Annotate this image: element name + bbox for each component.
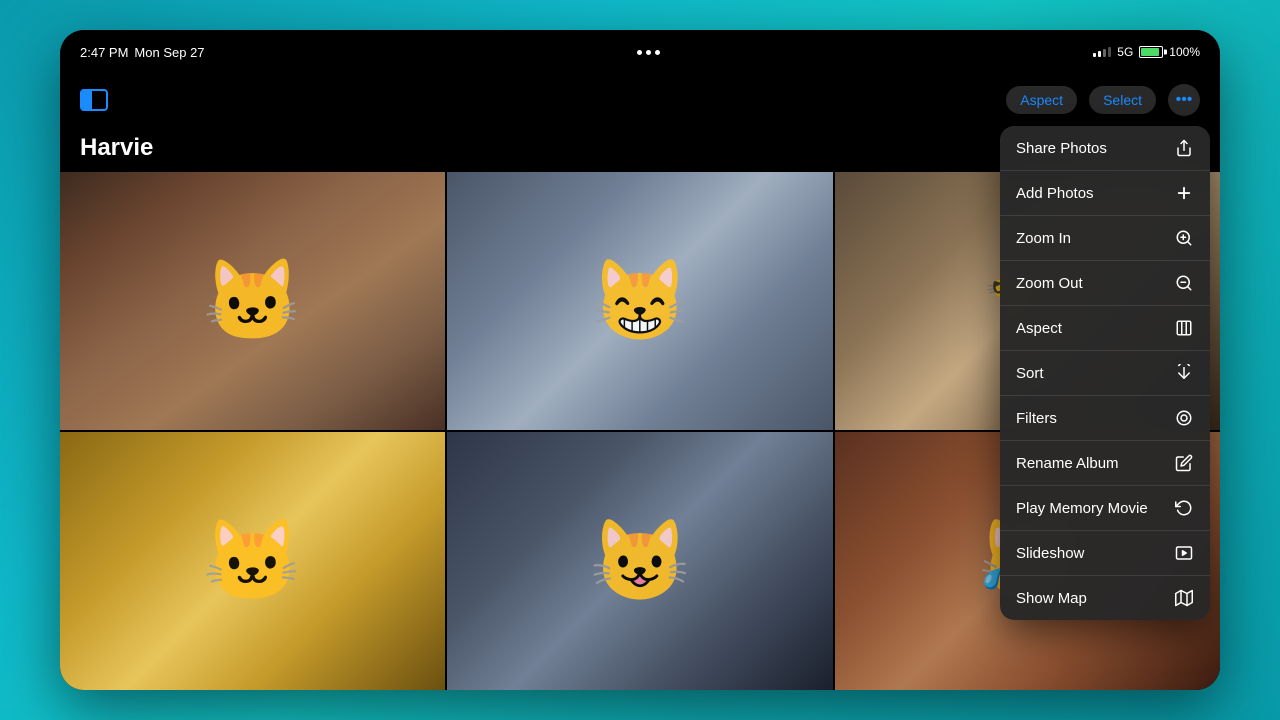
menu-item-aspect[interactable]: Aspect [1000,306,1210,351]
add-photos-label: Add Photos [1016,185,1094,202]
sort-icon [1174,363,1194,383]
menu-item-filters[interactable]: Filters [1000,396,1210,441]
battery-icon [1139,46,1163,58]
share-photos-icon [1174,138,1194,158]
signal-bar-1 [1093,53,1096,57]
status-right: 5G 100% [1093,45,1200,59]
carrier-display: 5G [1117,45,1133,59]
zoom-in-label: Zoom In [1016,230,1071,247]
battery-percent: 100% [1169,45,1200,59]
signal-icon [1093,47,1111,57]
signal-bar-2 [1098,51,1101,57]
nav-bar: Aspect Select ••• [60,74,1220,126]
sort-label: Sort [1016,365,1044,382]
menu-item-slideshow[interactable]: Slideshow [1000,531,1210,576]
status-bar: 2:47 PM Mon Sep 27 5G 100% [60,30,1220,74]
select-button[interactable]: Select [1089,86,1156,114]
aspect-menu-icon [1174,318,1194,338]
nav-right: Aspect Select ••• [1006,84,1200,116]
play-memory-movie-icon [1174,498,1194,518]
menu-item-add-photos[interactable]: Add Photos [1000,171,1210,216]
menu-item-show-map[interactable]: Show Map [1000,576,1210,620]
aspect-label: Aspect [1016,320,1062,337]
share-photos-label: Share Photos [1016,140,1107,157]
time-display: 2:47 PM [80,45,128,60]
show-map-icon [1174,588,1194,608]
menu-item-share-photos[interactable]: Share Photos [1000,126,1210,171]
add-photos-icon [1174,183,1194,203]
more-button[interactable]: ••• [1168,84,1200,116]
rename-album-label: Rename Album [1016,455,1119,472]
dropdown-menu: Share Photos Add Photos [1000,126,1210,620]
rename-album-icon [1174,453,1194,473]
dot-2 [646,50,651,55]
menu-item-zoom-out[interactable]: Zoom Out [1000,261,1210,306]
tablet-frame: 2:47 PM Mon Sep 27 5G 100% [60,30,1220,690]
menu-item-zoom-in[interactable]: Zoom In [1000,216,1210,261]
photo-cell-4[interactable] [60,432,445,690]
main-content: Harvie Share Photos [60,126,1220,690]
status-left: 2:47 PM Mon Sep 27 [80,45,205,60]
show-map-label: Show Map [1016,590,1087,607]
sidebar-icon-inner [80,89,108,111]
menu-item-play-memory-movie[interactable]: Play Memory Movie [1000,486,1210,531]
slideshow-label: Slideshow [1016,545,1084,562]
battery-fill [1141,48,1159,56]
dot-3 [655,50,660,55]
photo-cell-5[interactable] [447,432,832,690]
zoom-out-icon [1174,273,1194,293]
signal-bar-4 [1108,47,1111,57]
menu-item-sort[interactable]: Sort [1000,351,1210,396]
signal-bar-3 [1103,49,1106,57]
dot-1 [637,50,642,55]
sidebar-toggle-icon[interactable] [80,88,110,112]
more-dots-icon: ••• [1176,91,1193,109]
zoom-out-label: Zoom Out [1016,275,1083,292]
zoom-in-icon [1174,228,1194,248]
aspect-button[interactable]: Aspect [1006,86,1077,114]
date-display: Mon Sep 27 [134,45,204,60]
sidebar-right-panel [92,91,106,109]
nav-left [80,88,110,112]
play-memory-movie-label: Play Memory Movie [1016,500,1148,517]
sidebar-left-panel [82,91,92,109]
slideshow-icon [1174,543,1194,563]
photo-cell-1[interactable] [60,172,445,430]
status-center [637,50,660,55]
filters-icon [1174,408,1194,428]
photo-cell-2[interactable] [447,172,832,430]
menu-item-rename-album[interactable]: Rename Album [1000,441,1210,486]
filters-label: Filters [1016,410,1057,427]
